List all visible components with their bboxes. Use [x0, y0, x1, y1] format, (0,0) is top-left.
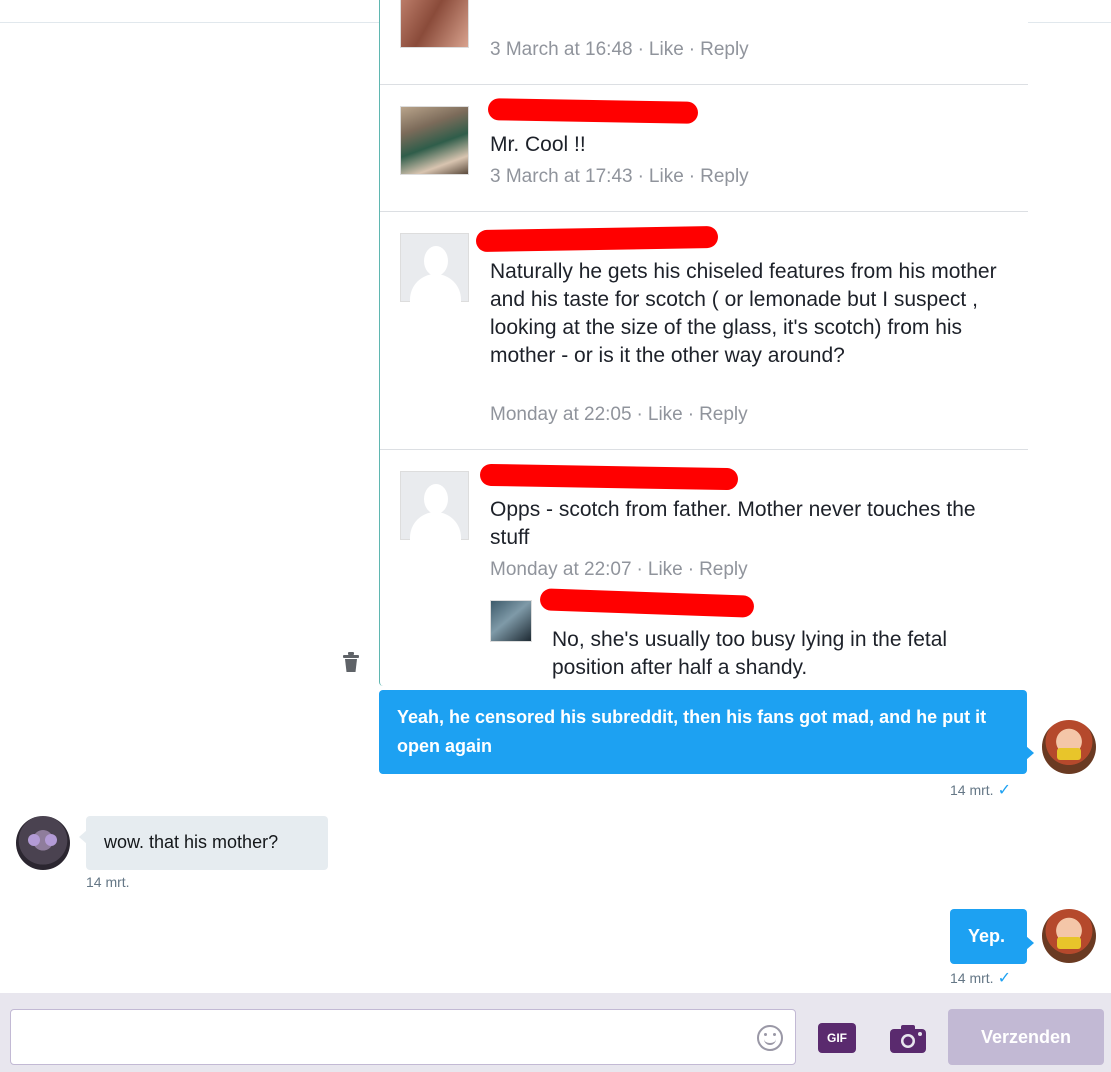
redaction-mark: [539, 588, 755, 618]
message-text: wow. that his mother?: [104, 832, 279, 852]
comment-divider: [380, 84, 1028, 85]
comment-meta: 3 March at 16:48 · Like · Reply: [490, 39, 749, 61]
gif-button[interactable]: GIF: [818, 1023, 856, 1053]
commenter-avatar: [400, 233, 469, 302]
meta-separator: ·: [687, 559, 695, 580]
read-check-icon: ✓: [997, 782, 1011, 799]
comment-divider: [380, 449, 1028, 450]
message-text: Yeah, he censored his subreddit, then hi…: [397, 707, 987, 756]
my-avatar[interactable]: [1042, 720, 1096, 774]
comment-text: Opps - scotch from father. Mother never …: [490, 498, 976, 549]
redaction-mark: [479, 463, 739, 491]
meta-separator: ·: [636, 404, 643, 425]
camera-icon[interactable]: [889, 1024, 927, 1054]
message-text: Yep.: [968, 926, 1006, 946]
like-link: Like: [647, 559, 683, 580]
comment-divider: [380, 211, 1028, 212]
like-link: Like: [647, 404, 683, 425]
message-composer: [0, 993, 1111, 1072]
comment-time: Monday at 22:05: [490, 404, 632, 425]
commenter-avatar: [400, 471, 469, 540]
meta-separator: ·: [637, 166, 644, 187]
reply-link: Reply: [700, 39, 749, 60]
meta-separator: ·: [637, 39, 644, 60]
commenter-avatar: [400, 0, 469, 48]
reply-link: Reply: [699, 404, 748, 425]
message-timestamp: 14 mrt. ✓: [950, 780, 1011, 800]
meta-separator: ·: [687, 404, 695, 425]
like-link: Like: [648, 39, 684, 60]
emoji-icon[interactable]: [757, 1025, 783, 1051]
comment-meta: Monday at 22:05 · Like · Reply: [490, 404, 748, 426]
meta-separator: ·: [688, 166, 696, 187]
message-bubble-received[interactable]: wow. that his mother?: [79, 816, 328, 870]
send-button[interactable]: Verzenden: [948, 1009, 1104, 1065]
reply-link: Reply: [700, 166, 749, 187]
message-timestamp: 14 mrt. ✓: [950, 968, 1011, 988]
message-timestamp: 14 mrt.: [86, 874, 130, 890]
comment-meta: 3 March at 17:43 · Like · Reply: [490, 166, 749, 188]
comment-text: Mr. Cool !!: [490, 133, 586, 156]
comment-time: 3 March at 17:43: [490, 166, 633, 187]
timestamp-text: 14 mrt.: [950, 970, 994, 986]
trash-icon[interactable]: [343, 652, 359, 672]
reply-link: Reply: [699, 559, 748, 580]
read-check-icon: ✓: [997, 970, 1011, 987]
message-bubble-sent[interactable]: Yeah, he censored his subreddit, then hi…: [379, 690, 1034, 774]
message-bubble-sent[interactable]: Yep.: [950, 909, 1034, 964]
redaction-mark: [475, 225, 719, 253]
commenter-avatar: [400, 106, 469, 175]
contact-avatar[interactable]: [16, 816, 70, 870]
redaction-mark: [487, 98, 699, 124]
reply-text: No, she's usually too busy lying in the …: [552, 628, 948, 679]
comment-text: Naturally he gets his chiseled features …: [490, 260, 997, 367]
comment-meta: Monday at 22:07 · Like · Reply: [490, 559, 748, 581]
comment-time: 3 March at 16:48: [490, 39, 633, 60]
meta-separator: ·: [636, 559, 643, 580]
comment-time: Monday at 22:07: [490, 559, 632, 580]
message-input[interactable]: [10, 1009, 796, 1065]
timestamp-text: 14 mrt.: [950, 782, 994, 798]
shared-image[interactable]: 3 March at 16:48 · Like · Reply Mr. Cool !! …: [379, 0, 1028, 686]
reply-avatar: [490, 600, 532, 642]
my-avatar[interactable]: [1042, 909, 1096, 963]
like-link: Like: [648, 166, 684, 187]
meta-separator: ·: [688, 39, 696, 60]
